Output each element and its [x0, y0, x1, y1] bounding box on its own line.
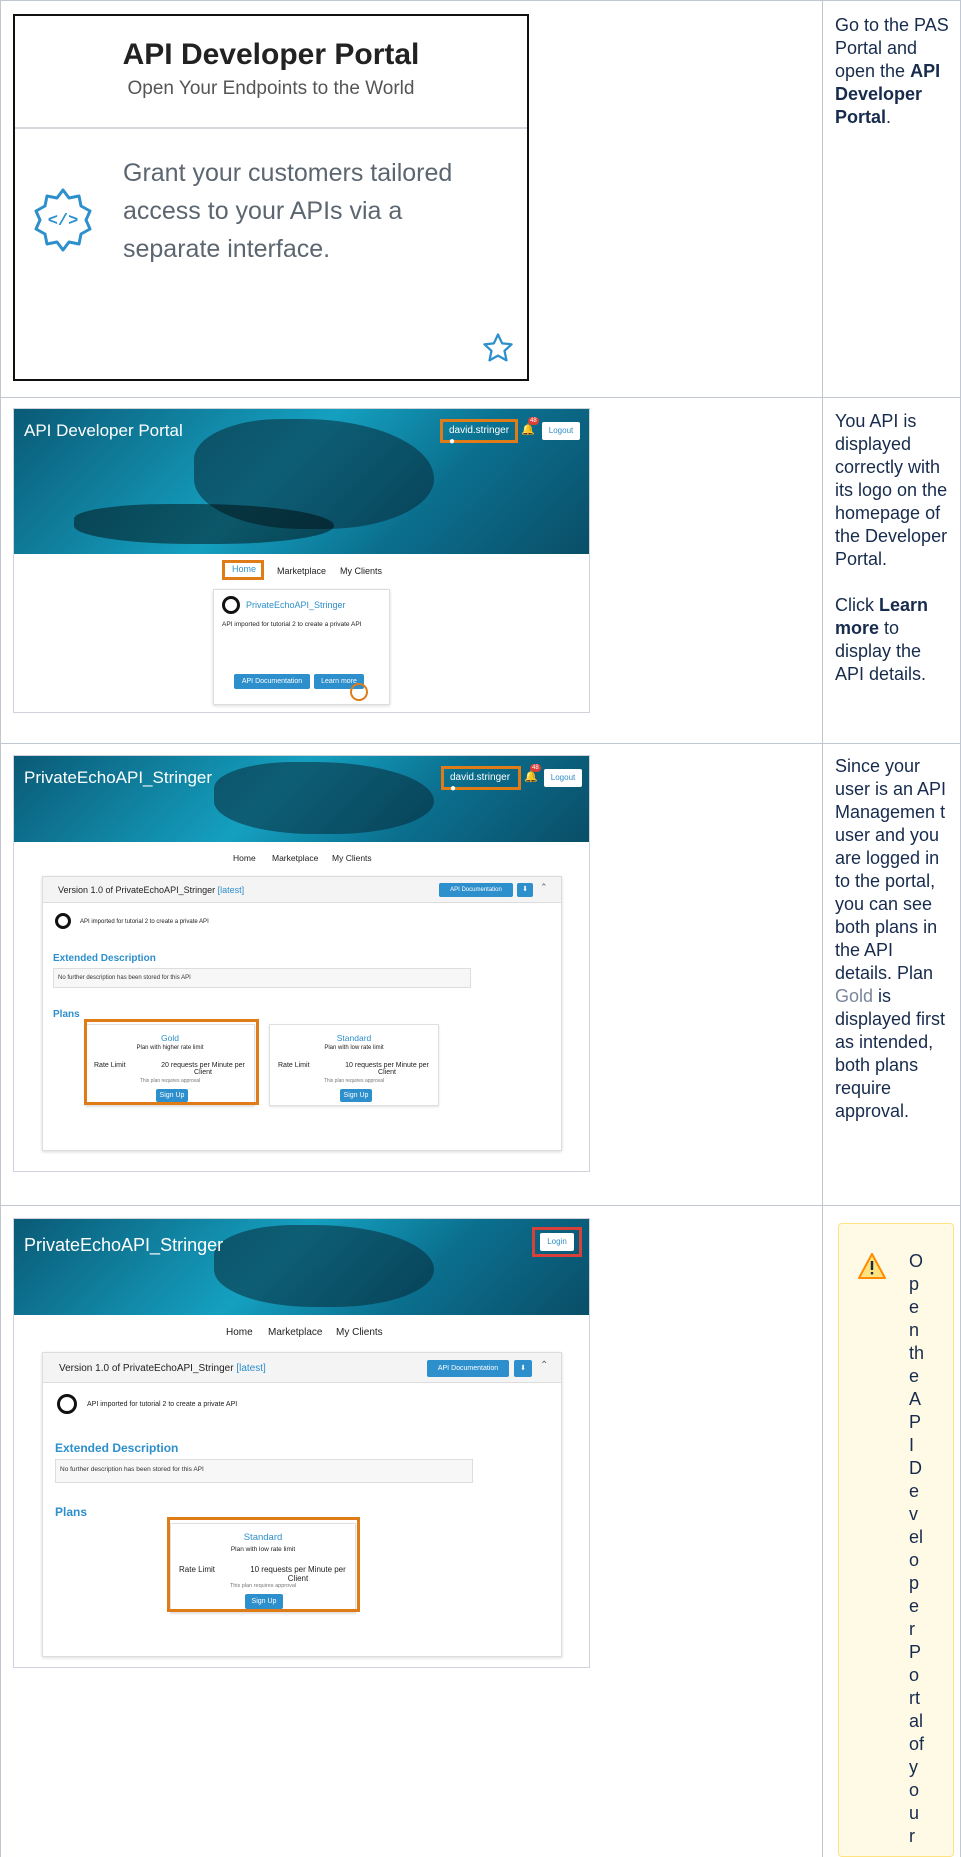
nav-home[interactable]: Home [222, 560, 264, 580]
extended-description-box: No further description has been stored f… [53, 968, 471, 988]
user-menu[interactable]: david.stringer ● [441, 766, 521, 794]
api-logo [222, 596, 240, 614]
api-card: PrivateEchoAPI_Stringer API imported for… [213, 589, 390, 705]
extended-description-heading: Extended Description [55, 1441, 179, 1455]
warning-text-line: I [909, 1435, 915, 1455]
api-logo [57, 1394, 77, 1414]
tile-subtitle: Open Your Endpoints to the World [127, 78, 415, 99]
code-gear-icon: </> [34, 188, 92, 252]
nav-home[interactable]: Home [233, 853, 256, 863]
api-details-loggedin-screenshot: PrivateEchoAPI_Stringer david.stringer ●… [13, 755, 590, 1172]
api-description: API imported for tutorial 2 to create a … [80, 919, 209, 925]
api-logo [55, 913, 71, 929]
warning-panel: Op e n th e A P I De v el o p e r Po rt al of y o u r [838, 1223, 954, 1857]
portal-title: PrivateEchoAPI_Stringer [24, 1235, 224, 1255]
warning-text-line: al [909, 1711, 924, 1731]
logout-button[interactable]: Logout [542, 422, 580, 440]
cursor-click-icon [350, 683, 368, 701]
warning-text-line: v [909, 1504, 918, 1524]
portal-title: PrivateEchoAPI_Stringer [24, 768, 213, 787]
plans-heading: Plans [53, 1009, 80, 1020]
api-documentation-button[interactable]: API Documentation [234, 674, 310, 689]
download-icon[interactable]: ⬇ [514, 1360, 532, 1377]
warning-text-line: p [909, 1573, 920, 1593]
warning-text-line: P [909, 1642, 922, 1662]
collapse-icon[interactable]: ⌃ [540, 882, 548, 893]
warning-text-line: e [909, 1596, 920, 1616]
extended-description-heading: Extended Description [53, 953, 156, 964]
login-button[interactable]: Login [540, 1233, 574, 1251]
api-description: API imported for tutorial 2 to create a … [87, 1401, 238, 1408]
api-details-panel: Version 1.0 of PrivateEchoAPI_Stringer [… [42, 876, 562, 1151]
nav-marketplace[interactable]: Marketplace [268, 1327, 322, 1338]
warning-text-line: o [909, 1780, 920, 1800]
warning-text-line: u [909, 1803, 920, 1823]
nav-my-clients[interactable]: My Clients [340, 566, 382, 576]
star-icon[interactable] [481, 331, 515, 365]
api-documentation-button[interactable]: API Documentation [427, 1360, 509, 1377]
logout-button[interactable]: Logout [544, 769, 582, 787]
nav-my-clients[interactable]: My Clients [336, 1327, 383, 1338]
version-title: Version 1.0 of PrivateEchoAPI_Stringer [… [58, 885, 245, 895]
api-details-loggedout-screenshot: PrivateEchoAPI_Stringer Login Home Marke… [13, 1218, 590, 1668]
warning-text-line: D [909, 1458, 922, 1478]
warning-text-line: P [909, 1412, 922, 1432]
nav-marketplace[interactable]: Marketplace [272, 853, 318, 863]
warning-text-line: o [909, 1665, 920, 1685]
api-description: API imported for tutorial 2 to create a … [222, 621, 362, 628]
api-documentation-button[interactable]: API Documentation [439, 883, 513, 897]
row3-instruction: Since your user is an API Managemen t us… [835, 756, 947, 1121]
gold-plan-highlight [84, 1019, 259, 1105]
portal-title: API Developer Portal [24, 421, 183, 440]
warning-icon [858, 1253, 886, 1279]
standard-signup-button[interactable]: Sign Up [340, 1089, 372, 1102]
warning-text-line: p [909, 1274, 920, 1294]
standard-plan-highlight [167, 1517, 360, 1612]
warning-text-line: y [909, 1757, 918, 1777]
svg-text:</>: </> [48, 212, 79, 231]
warning-text-line: el [909, 1527, 924, 1547]
developer-portal-tile: API Developer Portal Open Your Endpoints… [13, 14, 529, 381]
notification-badge: 48 [528, 417, 539, 425]
version-title: Version 1.0 of PrivateEchoAPI_Stringer [… [59, 1363, 266, 1374]
warning-text-line: rt [909, 1688, 920, 1708]
user-icon: ● [449, 436, 456, 447]
tile-description: Grant your customers tailored access to … [123, 159, 453, 263]
row1-instruction: Go to the PAS Portal and open the API De… [835, 15, 949, 127]
warning-text-line: o [909, 1550, 920, 1570]
hero-banner: API Developer Portal david.stringer ● 🔔 … [14, 409, 589, 554]
approval-note: This plan requires approval [323, 1078, 385, 1084]
plan-card-standard: Standard Plan with low rate limit Rate L… [269, 1024, 439, 1106]
nav-home[interactable]: Home [226, 1327, 253, 1338]
notification-badge: 48 [530, 764, 541, 772]
download-icon[interactable]: ⬇ [517, 883, 533, 897]
tile-divider [15, 127, 527, 129]
warning-text-line: A [909, 1389, 922, 1409]
warning-text-line: r [909, 1826, 915, 1846]
api-name[interactable]: PrivateEchoAPI_Stringer [246, 600, 346, 610]
warning-text-line: of [909, 1734, 925, 1754]
portal-home-screenshot: API Developer Portal david.stringer ● 🔔 … [13, 408, 590, 713]
instruction-table: API Developer Portal Open Your Endpoints… [0, 0, 961, 1857]
warning-text-line: n [909, 1320, 920, 1340]
user-menu[interactable]: david.stringer ● [440, 419, 518, 447]
warning-text-line: e [909, 1366, 920, 1386]
warning-text-line: e [909, 1297, 920, 1317]
extended-description-box: No further description has been stored f… [55, 1459, 473, 1483]
warning-text-line: O [909, 1251, 924, 1271]
collapse-icon[interactable]: ⌃ [540, 1360, 548, 1371]
row2-instruction: You API is displayed correctly with its … [835, 411, 948, 684]
nav-marketplace[interactable]: Marketplace [277, 566, 326, 576]
warning-text-line: e [909, 1481, 920, 1501]
tile-title: API Developer Portal [122, 38, 420, 71]
warning-text-line: r [909, 1619, 915, 1639]
api-details-panel: Version 1.0 of PrivateEchoAPI_Stringer [… [42, 1352, 562, 1657]
hero-banner: PrivateEchoAPI_Stringer Login [14, 1219, 589, 1315]
user-icon: ● [450, 783, 457, 794]
plans-heading: Plans [55, 1505, 88, 1519]
warning-text-line: th [909, 1343, 925, 1363]
nav-my-clients[interactable]: My Clients [332, 853, 372, 863]
hero-banner: PrivateEchoAPI_Stringer david.stringer ●… [14, 756, 589, 842]
warning-text: Op e n th e A P I De v el o p e r Po rt al of y o u r [909, 1250, 939, 1848]
